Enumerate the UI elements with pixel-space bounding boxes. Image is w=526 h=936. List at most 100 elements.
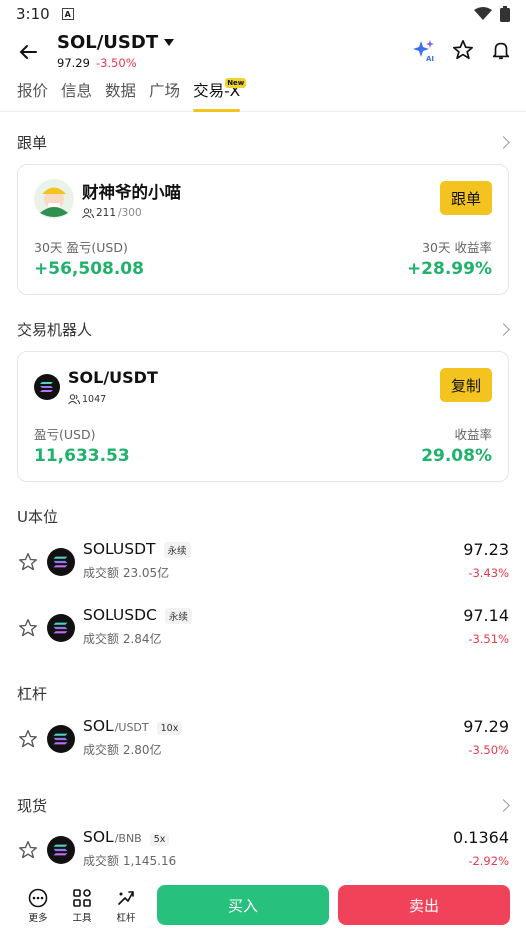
symbol-base: SOL: [83, 828, 114, 846]
wifi-icon: [474, 7, 492, 20]
trading-bot-title: 交易机器人: [17, 321, 93, 339]
last-price: 97.29: [463, 717, 509, 736]
users-icon: [68, 394, 80, 405]
symbol: SOL/USDT 10x: [83, 717, 183, 735]
new-badge: New: [225, 78, 247, 88]
sell-button[interactable]: 卖出: [338, 885, 510, 925]
last-price: 97.23: [463, 540, 509, 559]
change-percent: -3.51%: [468, 632, 509, 646]
volume: 成交额 23.05亿: [83, 566, 170, 580]
trader-name: 财神爷的小喵: [82, 183, 181, 202]
header-actions: AI: [412, 38, 512, 62]
change-percent: -2.92%: [468, 854, 509, 868]
trading-bot-card[interactable]: SOL/USDT 1047 复制 盈亏(USD) 11,633.53 收益率 2…: [17, 351, 509, 482]
price-change: -3.50%: [95, 56, 137, 70]
tab-data[interactable]: 数据: [105, 78, 136, 112]
symbol-quote: /BNB: [114, 832, 142, 845]
copy-trader-card[interactable]: 财神爷的小喵 211/300 跟单 30天 盈亏(USD) +56,508.08…: [17, 164, 509, 295]
margin-title: 杠杆: [17, 685, 48, 703]
users-icon: [82, 207, 94, 218]
symbol-quote: /USDT: [114, 721, 149, 734]
favorite-star-icon[interactable]: [452, 39, 474, 61]
price-line: 97.29 -3.50%: [57, 56, 137, 70]
status-bar: 3:10 A: [0, 0, 526, 28]
sol-coin-icon: [47, 725, 75, 753]
bot-pair: SOL/USDT: [68, 368, 158, 387]
contract-tag: 永续: [164, 608, 192, 624]
more-button[interactable]: 更多: [20, 888, 56, 924]
bot-users-count: 1047: [82, 394, 107, 405]
spot-title: 现货: [17, 797, 48, 815]
volume: 成交额 2.80亿: [83, 743, 162, 757]
pnl-value: +56,508.08: [34, 259, 144, 279]
leverage-label: 杠杆: [116, 913, 136, 924]
star-outline-icon[interactable]: [18, 552, 38, 572]
bot-pnl-value: 11,633.53: [34, 446, 130, 466]
market-row[interactable]: SOL/BNB 5x 成交额 1,145.16 0.1364 -2.92%: [0, 824, 526, 880]
last-price: 97.29: [57, 56, 90, 70]
header: SOL/USDT 97.29 -3.50% AI: [0, 28, 526, 74]
roi-label: 30天 收益率: [422, 240, 492, 255]
followers-max: /300: [118, 207, 142, 219]
symbol: SOL/BNB 5x: [83, 828, 170, 846]
bell-icon[interactable]: [490, 39, 512, 61]
sol-coin-icon: [47, 614, 75, 642]
symbol-base: SOLUSDT: [83, 540, 156, 558]
bot-users: 1047: [68, 394, 106, 405]
svg-text:AI: AI: [426, 55, 434, 62]
notification-a-icon: A: [61, 8, 74, 20]
chevron-right-icon[interactable]: [497, 799, 510, 812]
market-row[interactable]: SOLUSDT 永续 成交额 23.05亿 97.23 -3.43%: [0, 536, 526, 592]
ai-sparkle-icon[interactable]: AI: [412, 38, 436, 62]
status-time: 3:10: [16, 5, 50, 23]
sol-coin-icon: [47, 836, 75, 864]
star-outline-icon[interactable]: [18, 840, 38, 860]
bot-roi-label: 收益率: [454, 427, 492, 442]
pair-name: SOL/USDT: [57, 32, 159, 53]
last-price: 0.1364: [453, 828, 509, 847]
follow-button[interactable]: 跟单: [440, 181, 492, 215]
change-percent: -3.43%: [468, 566, 509, 580]
symbol-base: SOLUSDC: [83, 606, 157, 624]
followers-current: 211: [96, 207, 117, 219]
back-arrow-icon[interactable]: [14, 38, 42, 66]
tab-trade-x[interactable]: 交易-X New: [193, 78, 247, 112]
tab-quotes[interactable]: 报价: [17, 78, 48, 112]
symbol-base: SOL: [83, 717, 114, 735]
symbol: SOLUSDT 永续: [83, 540, 191, 558]
copy-bot-button[interactable]: 复制: [440, 368, 492, 402]
market-row[interactable]: SOL/USDT 10x 成交额 2.80亿 97.29 -3.50%: [0, 713, 526, 769]
tab-info[interactable]: 信息: [61, 78, 92, 112]
buy-button[interactable]: 买入: [157, 885, 329, 925]
sol-coin-icon: [34, 374, 60, 400]
roi-value: +28.99%: [406, 259, 492, 279]
sol-coin-icon: [47, 548, 75, 576]
status-icons: [474, 6, 510, 22]
chevron-right-icon[interactable]: [497, 136, 510, 149]
tools-grid-icon: [73, 889, 91, 907]
star-outline-icon[interactable]: [18, 729, 38, 749]
follower-count: 211/300: [82, 207, 142, 219]
caret-down-icon: [164, 39, 175, 46]
u-margin-title: U本位: [17, 508, 58, 526]
more-label: 更多: [28, 913, 48, 924]
tools-button[interactable]: 工具: [64, 888, 100, 924]
bot-pnl-label: 盈亏(USD): [34, 427, 96, 442]
leverage-tag: 5x: [149, 833, 170, 846]
symbol: SOLUSDC 永续: [83, 606, 192, 624]
more-icon: [28, 888, 48, 908]
tab-bar: 报价 信息 数据 广场 交易-X New: [0, 78, 526, 112]
pair-selector[interactable]: SOL/USDT: [57, 32, 175, 53]
market-row[interactable]: SOLUSDC 永续 成交额 2.84亿 97.14 -3.51%: [0, 602, 526, 658]
trader-avatar: [34, 179, 74, 219]
battery-icon: [500, 6, 510, 22]
tab-square[interactable]: 广场: [149, 78, 180, 112]
contract-tag: 永续: [163, 542, 191, 558]
star-outline-icon[interactable]: [18, 618, 38, 638]
bottom-action-bar: 更多 工具 杠杆 买入 卖出: [0, 874, 526, 936]
leverage-button[interactable]: 杠杆: [108, 888, 144, 924]
pnl-label: 30天 盈亏(USD): [34, 240, 128, 255]
volume: 成交额 2.84亿: [83, 632, 162, 646]
chevron-right-icon[interactable]: [497, 323, 510, 336]
tools-label: 工具: [72, 913, 92, 924]
